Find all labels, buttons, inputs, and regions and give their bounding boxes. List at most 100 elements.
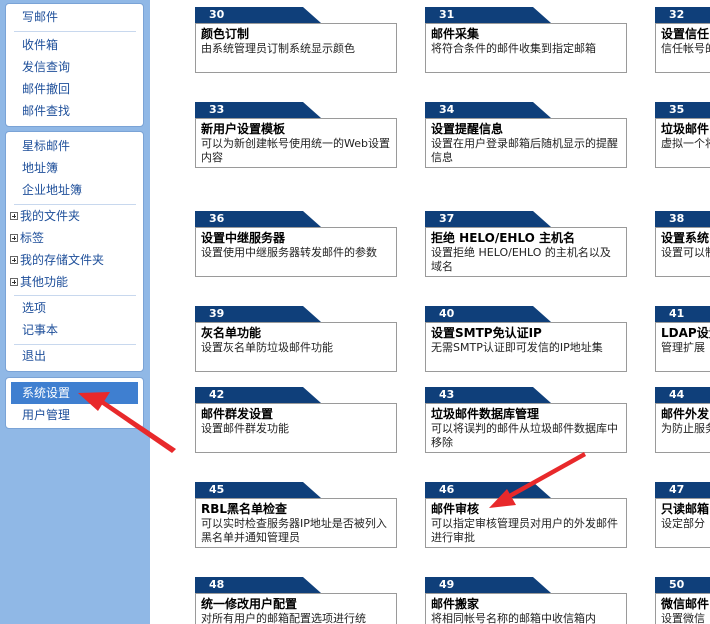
card-title-link[interactable]: 颜色订制 — [201, 27, 391, 42]
card-body: 设置中继服务器 设置使用中继服务器转发邮件的参数 — [195, 227, 397, 277]
card-description: 可以实时检查服务器IP地址是否被列入黑名单并通知管理员 — [201, 517, 387, 544]
card-number-tab: 41 — [655, 306, 710, 322]
card-title-link[interactable]: 邮件搬家 — [431, 597, 621, 612]
sidebar-item-system-settings[interactable]: 系统设置 — [11, 382, 138, 404]
setting-card[interactable]: 47 只读邮箱 设定部分 — [655, 482, 710, 548]
expand-icon[interactable] — [10, 234, 18, 242]
setting-card[interactable]: 33 新用户设置模板 可以为新创建帐号使用统一的Web设置内容 — [195, 102, 397, 168]
card-title-link[interactable]: 拒绝 HELO/EHLO 主机名 — [431, 231, 621, 246]
sidebar-item-inbox[interactable]: 收件箱 — [6, 34, 143, 56]
setting-card[interactable]: 48 统一修改用户配置 对所有用户的邮箱配置选项进行统 — [195, 577, 397, 624]
sidebar-item-label: 其他功能 — [20, 275, 69, 289]
setting-card[interactable]: 35垃圾邮件虚拟一个将所有发垃圾邮件 — [655, 102, 710, 168]
card-title-link[interactable]: 设置信任 — [661, 27, 710, 42]
expand-icon[interactable] — [10, 278, 18, 286]
card-description: 将相同帐号名称的邮箱中收信箱内 — [431, 612, 596, 624]
card-description: 可以指定审核管理员对用户的外发邮件进行审批 — [431, 517, 618, 544]
card-number-tab: 38 — [655, 211, 710, 227]
card-title-link[interactable]: 邮件群发设置 — [201, 407, 391, 422]
card-title-link[interactable]: 设置系统 — [661, 231, 710, 246]
sidebar-item-address-book[interactable]: 地址簿 — [6, 157, 143, 179]
sidebar-item-search[interactable]: 邮件查找 — [6, 100, 143, 122]
setting-card[interactable]: 37 拒绝 HELO/EHLO 主机名 设置拒绝 HELO/EHLO 的主机名以及域… — [425, 211, 627, 277]
card-title-link[interactable]: 设置中继服务器 — [201, 231, 391, 246]
expand-icon[interactable] — [10, 256, 18, 264]
card-number-tab: 47 — [655, 482, 710, 498]
card-title-link[interactable]: 设置SMTP免认证IP — [431, 326, 621, 341]
card-number-tab: 50 — [655, 577, 710, 593]
card-description: 设定部分 — [661, 517, 705, 530]
card-description: 设置在用户登录邮箱后随机显示的提醒信息 — [431, 137, 618, 164]
sidebar-item-storage-folders[interactable]: 我的存储文件夹 — [6, 249, 143, 271]
card-number-tab: 39 — [195, 306, 321, 322]
card-number-tab: 48 — [195, 577, 321, 593]
card-title-link[interactable]: 新用户设置模板 — [201, 122, 391, 137]
card-title-link[interactable]: 微信邮件 — [661, 597, 710, 612]
card-number-tab: 33 — [195, 102, 321, 118]
card-title-link[interactable]: 统一修改用户配置 — [201, 597, 391, 612]
card-title-link[interactable]: LDAP设置 — [661, 326, 710, 341]
card-body: 邮件搬家 将相同帐号名称的邮箱中收信箱内 — [425, 593, 627, 624]
setting-card[interactable]: 45 RBL黑名单检查 可以实时检查服务器IP地址是否被列入黑名单并通知管理员 — [195, 482, 397, 548]
setting-card[interactable]: 31 邮件采集 将符合条件的邮件收集到指定邮箱 — [425, 7, 627, 73]
sidebar-item-tags[interactable]: 标签 — [6, 227, 143, 249]
setting-card[interactable]: 30 颜色订制 由系统管理员订制系统显示颜色 — [195, 7, 397, 73]
panel-folders: 星标邮件 地址簿 企业地址簿 我的文件夹 标签 我的存储文件夹 其他功能 选项 … — [5, 131, 144, 372]
setting-card[interactable]: 49 邮件搬家 将相同帐号名称的邮箱中收信箱内 — [425, 577, 627, 624]
sidebar-item-options[interactable]: 选项 — [6, 297, 143, 319]
sidebar-item-compose[interactable]: 写邮件 — [6, 6, 143, 28]
card-body: 设置信任信任帐号的限制 — [655, 23, 710, 73]
card-title-link[interactable]: 设置提醒信息 — [431, 122, 621, 137]
settings-grid: 30 颜色订制 由系统管理员订制系统显示颜色 31 邮件采集 将符合条件的邮件收集到指定邮… — [150, 0, 710, 624]
sidebar-item-notepad[interactable]: 记事本 — [6, 319, 143, 341]
sidebar-item-label: 标签 — [20, 231, 45, 245]
card-title-link[interactable]: 邮件外发 — [661, 407, 710, 422]
sidebar-item-company-address-book[interactable]: 企业地址簿 — [6, 179, 143, 201]
card-body: 垃圾邮件虚拟一个将所有发垃圾邮件 — [655, 118, 710, 168]
sidebar-item-user-management[interactable]: 用户管理 — [6, 404, 143, 426]
sidebar-item-starred[interactable]: 星标邮件 — [6, 135, 143, 157]
card-title-link[interactable]: 只读邮箱 — [661, 502, 710, 517]
card-title-link[interactable]: 邮件采集 — [431, 27, 621, 42]
sidebar-item-logout[interactable]: 退出 — [6, 345, 143, 367]
card-number-tab: 36 — [195, 211, 321, 227]
sidebar-item-other-functions[interactable]: 其他功能 — [6, 271, 143, 293]
setting-card[interactable]: 46 邮件审核 可以指定审核管理员对用户的外发邮件进行审批 — [425, 482, 627, 548]
setting-card[interactable]: 40 设置SMTP免认证IP 无需SMTP认证即可发信的IP地址集 — [425, 306, 627, 372]
divider — [14, 295, 136, 296]
card-description: 信任帐号的限制 — [661, 42, 710, 55]
sidebar-item-sent-query[interactable]: 发信查询 — [6, 56, 143, 78]
card-title-link[interactable]: 灰名单功能 — [201, 326, 391, 341]
card-description: 为防止服务需要对用户 — [661, 422, 710, 435]
setting-card[interactable]: 38设置系统设置可以制节日信 — [655, 211, 710, 277]
expand-icon[interactable] — [10, 212, 18, 220]
setting-card[interactable]: 50 微信邮件 设置微信 — [655, 577, 710, 624]
card-title-link[interactable]: 垃圾邮件 — [661, 122, 710, 137]
setting-card[interactable]: 32设置信任信任帐号的限制 — [655, 7, 710, 73]
card-description: 设置使用中继服务器转发邮件的参数 — [201, 246, 377, 259]
setting-card[interactable]: 43 垃圾邮件数据库管理 可以将误判的邮件从垃圾邮件数据库中移除 — [425, 387, 627, 453]
card-description: 可以为新创建帐号使用统一的Web设置内容 — [201, 137, 390, 164]
setting-card[interactable]: 36 设置中继服务器 设置使用中继服务器转发邮件的参数 — [195, 211, 397, 277]
card-body: 设置提醒信息 设置在用户登录邮箱后随机显示的提醒信息 — [425, 118, 627, 168]
card-description: 设置拒绝 HELO/EHLO 的主机名以及域名 — [431, 246, 611, 273]
card-body: 垃圾邮件数据库管理 可以将误判的邮件从垃圾邮件数据库中移除 — [425, 403, 627, 453]
card-body: 灰名单功能 设置灰名单防垃圾邮件功能 — [195, 322, 397, 372]
divider — [14, 31, 136, 32]
sidebar-item-my-folders[interactable]: 我的文件夹 — [6, 205, 143, 227]
card-title-link[interactable]: RBL黑名单检查 — [201, 502, 391, 517]
card-number-tab: 35 — [655, 102, 710, 118]
card-title-link[interactable]: 垃圾邮件数据库管理 — [431, 407, 621, 422]
setting-card[interactable]: 42 邮件群发设置 设置邮件群发功能 — [195, 387, 397, 453]
card-description: 对所有用户的邮箱配置选项进行统 — [201, 612, 366, 624]
card-number-tab: 44 — [655, 387, 710, 403]
setting-card[interactable]: 41LDAP设置管理扩展 — [655, 306, 710, 372]
setting-card[interactable]: 39 灰名单功能 设置灰名单防垃圾邮件功能 — [195, 306, 397, 372]
card-body: 设置SMTP免认证IP 无需SMTP认证即可发信的IP地址集 — [425, 322, 627, 372]
card-body: 设置系统设置可以制节日信 — [655, 227, 710, 277]
card-description: 虚拟一个将所有发垃圾邮件 — [661, 137, 710, 150]
card-title-link[interactable]: 邮件审核 — [431, 502, 621, 517]
setting-card[interactable]: 44 邮件外发为防止服务需要对用户 — [655, 387, 710, 453]
setting-card[interactable]: 34 设置提醒信息 设置在用户登录邮箱后随机显示的提醒信息 — [425, 102, 627, 168]
sidebar-item-recall[interactable]: 邮件撤回 — [6, 78, 143, 100]
